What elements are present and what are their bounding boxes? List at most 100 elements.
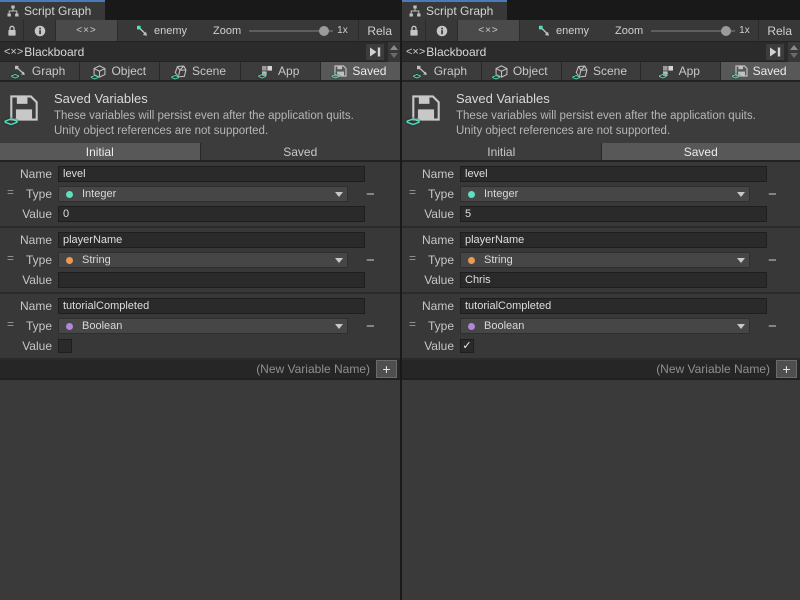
code-badge-icon: <>: [11, 72, 18, 81]
lock-icon: [409, 25, 419, 37]
value-label: Value: [0, 207, 58, 221]
type-row: = Type Boolean −: [0, 316, 400, 336]
code-view-button[interactable]: <×>: [458, 20, 520, 41]
tab-initial[interactable]: Initial: [402, 143, 602, 160]
variable-name-input[interactable]: [460, 166, 767, 182]
zoom-slider[interactable]: [651, 30, 735, 32]
scroll-up-icon[interactable]: [390, 45, 398, 50]
relations-button[interactable]: Rela: [358, 20, 400, 41]
blackboard-header: <×> Blackboard: [402, 42, 800, 62]
window-tab-script-graph[interactable]: Script Graph: [0, 0, 105, 20]
variable-name-input[interactable]: [58, 232, 365, 248]
scene-icon: <>: [575, 65, 588, 78]
zoom-value: 1x: [337, 25, 348, 36]
tab-app[interactable]: <> App: [241, 62, 321, 80]
relations-label: Rela: [767, 24, 792, 38]
panel-scrollbar[interactable]: [787, 42, 800, 62]
relations-label: Rela: [367, 24, 392, 38]
tab-saved-values[interactable]: Saved: [201, 143, 401, 160]
scroll-down-icon[interactable]: [790, 53, 798, 58]
tab-app[interactable]: <> App: [641, 62, 721, 80]
type-dropdown[interactable]: String: [460, 252, 750, 268]
tab-scene[interactable]: <> Scene: [160, 62, 240, 80]
remove-variable-button[interactable]: −: [764, 253, 781, 268]
variable-name-input[interactable]: [58, 166, 365, 182]
zoom-slider-knob[interactable]: [319, 26, 329, 36]
blackboard-header-controls: [366, 42, 400, 61]
code-view-button[interactable]: <×>: [56, 20, 118, 41]
type-dropdown[interactable]: Integer: [460, 186, 750, 202]
drag-handle-icon[interactable]: =: [7, 317, 14, 331]
variable-name-input[interactable]: [460, 232, 767, 248]
info-button[interactable]: [24, 20, 56, 41]
add-variable-button[interactable]: +: [376, 360, 397, 378]
tab-scene[interactable]: <> Scene: [562, 62, 642, 80]
remove-variable-button[interactable]: −: [764, 187, 781, 202]
remove-variable-button[interactable]: −: [764, 319, 781, 334]
tab-saved[interactable]: <> Saved: [321, 62, 400, 80]
dock-button[interactable]: [366, 44, 384, 60]
add-variable-button[interactable]: +: [776, 360, 797, 378]
blackboard-header-controls: [766, 42, 800, 61]
remove-variable-button[interactable]: −: [362, 187, 379, 202]
drag-handle-icon[interactable]: =: [7, 185, 14, 199]
name-row: Name: [402, 296, 800, 316]
info-button[interactable]: [426, 20, 458, 41]
scroll-up-icon[interactable]: [790, 45, 798, 50]
new-variable-input[interactable]: [8, 361, 376, 377]
tab-graph-label: Graph: [434, 64, 467, 78]
panel-scrollbar[interactable]: [387, 42, 400, 62]
drag-handle-icon[interactable]: =: [409, 317, 416, 331]
tab-object-label: Object: [513, 64, 548, 78]
variable-value-checkbox[interactable]: ✓: [460, 339, 474, 353]
lock-button[interactable]: [0, 20, 24, 41]
name-row: Name: [402, 230, 800, 250]
type-color-dot: [66, 191, 73, 198]
drag-handle-icon[interactable]: =: [409, 251, 416, 265]
remove-variable-button[interactable]: −: [362, 319, 379, 334]
code-badge-icon: <>: [258, 72, 265, 81]
variable-value-input[interactable]: [58, 272, 365, 288]
type-row: = Type Integer −: [402, 184, 800, 204]
zoom-label: Zoom: [213, 25, 241, 37]
variables-list: Name = Type Integer − Value: [402, 162, 800, 380]
scroll-down-icon[interactable]: [390, 53, 398, 58]
panel-empty-area: [0, 380, 400, 600]
remove-variable-button[interactable]: −: [362, 253, 379, 268]
tab-graph[interactable]: <> Graph: [402, 62, 482, 80]
type-dropdown[interactable]: String: [58, 252, 348, 268]
variable-value-checkbox[interactable]: [58, 339, 72, 353]
graph-reference[interactable]: enemy: [538, 25, 589, 37]
drag-handle-icon[interactable]: =: [409, 185, 416, 199]
value-row: Value: [0, 204, 400, 224]
tab-saved[interactable]: <> Saved: [721, 62, 800, 80]
drag-handle-icon[interactable]: =: [7, 251, 14, 265]
relations-button[interactable]: Rela: [758, 20, 800, 41]
script-graph-icon: [409, 5, 421, 17]
graph-reference[interactable]: enemy: [136, 25, 187, 37]
tab-initial[interactable]: Initial: [0, 143, 201, 160]
variable-name-input[interactable]: [460, 298, 767, 314]
new-variable-input[interactable]: [410, 361, 776, 377]
zoom-slider-knob[interactable]: [721, 26, 731, 36]
zoom-slider[interactable]: [249, 30, 333, 32]
dock-button[interactable]: [766, 44, 784, 60]
lock-button[interactable]: [402, 20, 426, 41]
script-graph-icon: [7, 5, 19, 17]
type-dropdown[interactable]: Boolean: [58, 318, 348, 334]
tab-object[interactable]: <> Object: [80, 62, 160, 80]
blackboard-title: Blackboard: [24, 45, 84, 59]
tab-graph[interactable]: <> Graph: [0, 62, 80, 80]
type-dropdown[interactable]: Boolean: [460, 318, 750, 334]
tab-saved-values[interactable]: Saved: [602, 143, 800, 160]
tab-initial-label: Initial: [86, 145, 114, 159]
variable-value-input[interactable]: [460, 206, 767, 222]
variable-name-input[interactable]: [58, 298, 365, 314]
tab-object[interactable]: <> Object: [482, 62, 562, 80]
variable-value-input[interactable]: [58, 206, 365, 222]
type-dropdown[interactable]: Integer: [58, 186, 348, 202]
code-badge-icon: <>: [572, 73, 579, 82]
section-description-line2: Unity object references are not supporte…: [54, 124, 354, 139]
variable-value-input[interactable]: [460, 272, 767, 288]
window-tab-script-graph[interactable]: Script Graph: [402, 0, 507, 20]
